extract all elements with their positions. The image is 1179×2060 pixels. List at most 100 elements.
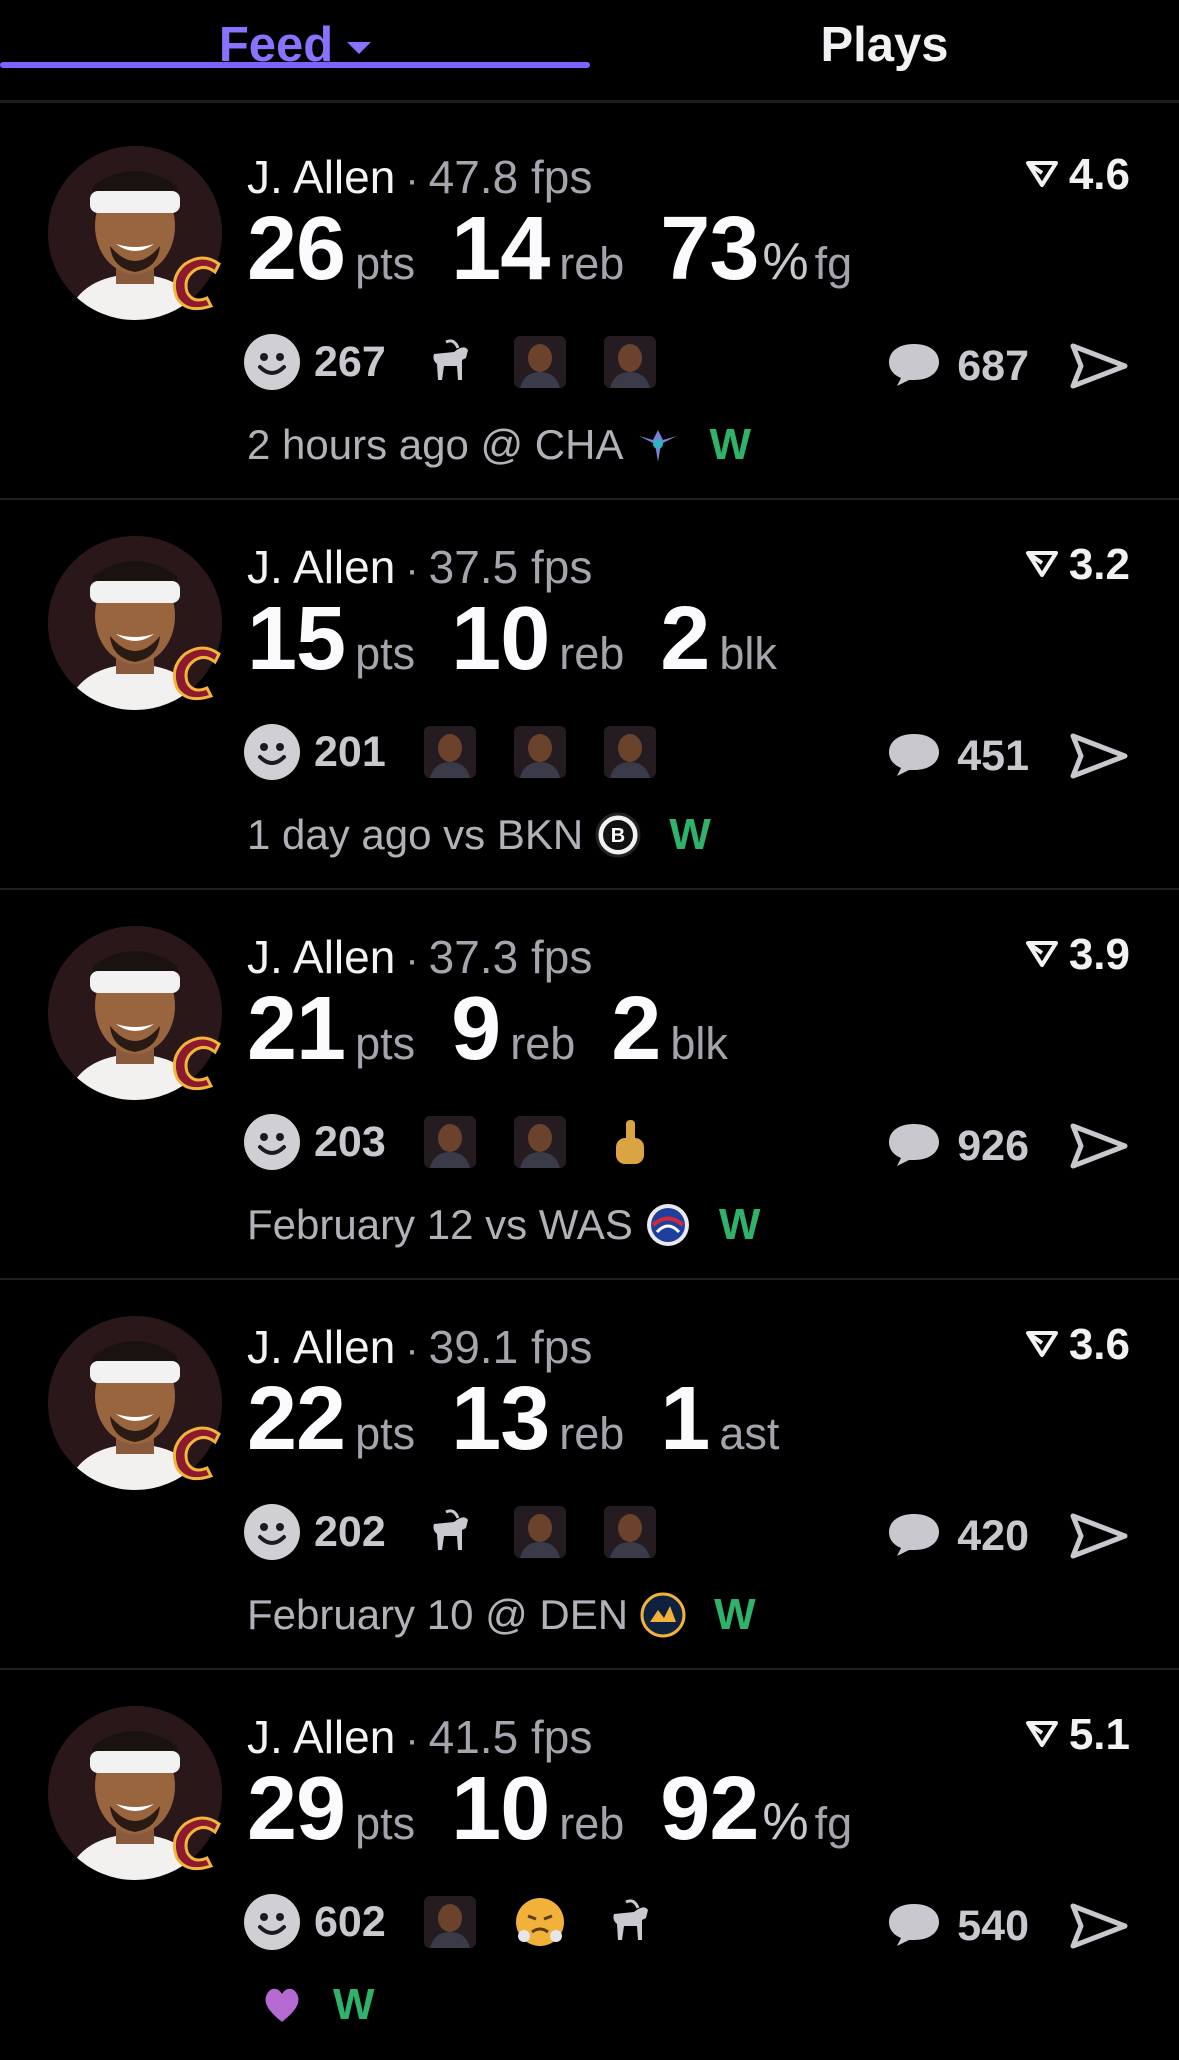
feed-card[interactable]: J. Allen · 37.3 fps 3.9 21 pts 9 reb 2 blk 203 926 F… — [0, 890, 1179, 1280]
feed-card[interactable]: J. Allen · 39.1 fps 3.6 22 pts 13 reb 1 ast 202 420… — [0, 1280, 1179, 1670]
comments-button[interactable]: 451 — [885, 730, 1029, 783]
stat-value: 10 — [451, 589, 550, 689]
player-photo-emoji-icon[interactable] — [423, 1896, 476, 1948]
fps-score: 47.8 fps — [428, 151, 593, 203]
smile-reaction-icon[interactable] — [244, 1504, 300, 1560]
stat-item: 92% fg — [660, 1758, 852, 1861]
fps-score: 41.5 fps — [428, 1711, 593, 1763]
stat-value: 2 — [611, 979, 661, 1079]
stat-unit: reb — [559, 628, 625, 679]
stat-item: 2 blk — [660, 588, 777, 691]
cavaliers-logo-icon — [163, 638, 233, 708]
chevron-down-icon[interactable] — [347, 42, 372, 54]
stat-unit: pts — [355, 1798, 416, 1849]
comments-button[interactable]: 420 — [885, 1510, 1029, 1563]
feed-tabs: Feed Plays — [0, 0, 1179, 103]
player-name[interactable]: J. Allen — [247, 1711, 395, 1763]
purple-heart-logo-icon — [259, 1982, 305, 2028]
comments-button[interactable]: 926 — [885, 1120, 1029, 1173]
separator-dot: · — [405, 1718, 419, 1762]
stat-line: 21 pts 9 reb 2 blk — [247, 978, 764, 1081]
game-info: February 12 vs WAS — [247, 1201, 633, 1248]
stat-unit: blk — [719, 628, 777, 679]
tab-feed[interactable]: Feed — [0, 0, 590, 90]
comments-button[interactable]: 687 — [885, 340, 1029, 393]
player-name[interactable]: J. Allen — [247, 931, 395, 983]
steam-face-emoji-icon[interactable] — [514, 1896, 566, 1948]
player-name[interactable]: J. Allen — [247, 541, 395, 593]
game-info: 2 hours ago @ CHA — [247, 421, 624, 468]
rating[interactable]: 5.1 — [1025, 1710, 1130, 1760]
reaction-count[interactable]: 201 — [314, 728, 386, 777]
stat-line: 15 pts 10 reb 2 blk — [247, 588, 813, 691]
player-photo-emoji-icon[interactable] — [423, 1116, 476, 1168]
player-photo-emoji-icon[interactable] — [603, 726, 656, 778]
game-result: W — [714, 1590, 756, 1639]
reaction-row: 202 — [244, 1504, 694, 1560]
rating[interactable]: 3.6 — [1025, 1320, 1130, 1370]
smile-reaction-icon[interactable] — [244, 1114, 300, 1170]
player-photo-emoji-icon[interactable] — [603, 336, 656, 388]
player-photo-emoji-icon[interactable] — [513, 1116, 566, 1168]
stat-item: 9 reb — [451, 978, 575, 1081]
game-result: W — [669, 810, 711, 859]
stat-value: 26 — [247, 199, 346, 299]
player-photo-emoji-icon[interactable] — [513, 1506, 566, 1558]
goat-emoji-icon[interactable] — [424, 336, 476, 388]
send-icon[interactable] — [1069, 1900, 1129, 1952]
comments-button[interactable]: 540 — [885, 1900, 1029, 1953]
player-photo-emoji-icon[interactable] — [423, 726, 476, 778]
reaction-count[interactable]: 267 — [314, 338, 386, 387]
stat-unit: pts — [355, 628, 416, 679]
stat-value: 29 — [247, 1759, 346, 1859]
player-photo-emoji-icon[interactable] — [603, 1506, 656, 1558]
send-icon[interactable] — [1069, 1120, 1129, 1172]
stat-unit: fg — [814, 238, 853, 289]
stat-value: 21 — [247, 979, 346, 1079]
send-icon[interactable] — [1069, 340, 1129, 392]
smile-reaction-icon[interactable] — [244, 1894, 300, 1950]
rating[interactable]: 4.6 — [1025, 150, 1130, 200]
game-meta: February 12 vs WAS W — [247, 1200, 760, 1250]
reaction-count[interactable]: 602 — [314, 1898, 386, 1947]
middle-finger-emoji-icon[interactable] — [604, 1116, 656, 1168]
comment-count: 926 — [957, 1122, 1029, 1170]
stat-line: 29 pts 10 reb 92% fg — [247, 1758, 888, 1861]
rating[interactable]: 3.9 — [1025, 930, 1130, 980]
player-photo-emoji-icon[interactable] — [513, 726, 566, 778]
stat-unit: reb — [559, 1408, 625, 1459]
player-name[interactable]: J. Allen — [247, 151, 395, 203]
stat-unit: ast — [719, 1408, 780, 1459]
separator-dot: · — [405, 938, 419, 982]
smile-reaction-icon[interactable] — [244, 724, 300, 780]
player-photo-emoji-icon[interactable] — [513, 336, 566, 388]
stat-unit: reb — [559, 1798, 625, 1849]
stat-item: 73% fg — [660, 198, 852, 301]
stat-value: 2 — [660, 589, 710, 689]
send-icon[interactable] — [1069, 1510, 1129, 1562]
feed-card[interactable]: J. Allen · 41.5 fps 5.1 29 pts 10 reb 92% fg 602 54… — [0, 1670, 1179, 2060]
goat-emoji-icon[interactable] — [604, 1896, 656, 1948]
feed-card[interactable]: J. Allen · 37.5 fps 3.2 15 pts 10 reb 2 blk 201 451… — [0, 500, 1179, 890]
rating-value: 3.2 — [1068, 540, 1130, 589]
game-info: 1 day ago vs BKN — [247, 811, 584, 858]
goat-emoji-icon[interactable] — [424, 1506, 476, 1558]
smile-reaction-icon[interactable] — [244, 334, 300, 390]
feed-card[interactable]: J. Allen · 47.8 fps 4.6 26 pts 14 reb 73% fg 267 68… — [0, 110, 1179, 500]
reaction-count[interactable]: 203 — [314, 1118, 386, 1167]
rating[interactable]: 3.2 — [1025, 540, 1130, 590]
tab-plays[interactable]: Plays — [590, 0, 1179, 90]
wizards-logo-icon — [645, 1202, 691, 1248]
game-info: February 10 @ DEN — [247, 1591, 629, 1638]
stat-value: 9 — [451, 979, 501, 1079]
cavaliers-logo-icon — [163, 1808, 233, 1878]
rating-icon — [1025, 1710, 1059, 1760]
player-line: J. Allen · 41.5 fps — [247, 1710, 592, 1764]
rating-icon — [1025, 930, 1059, 980]
stat-value: 13 — [451, 1369, 550, 1469]
player-line: J. Allen · 37.5 fps — [247, 540, 592, 594]
reaction-count[interactable]: 202 — [314, 1508, 386, 1557]
rating-value: 5.1 — [1068, 1710, 1130, 1759]
send-icon[interactable] — [1069, 730, 1129, 782]
player-name[interactable]: J. Allen — [247, 1321, 395, 1373]
